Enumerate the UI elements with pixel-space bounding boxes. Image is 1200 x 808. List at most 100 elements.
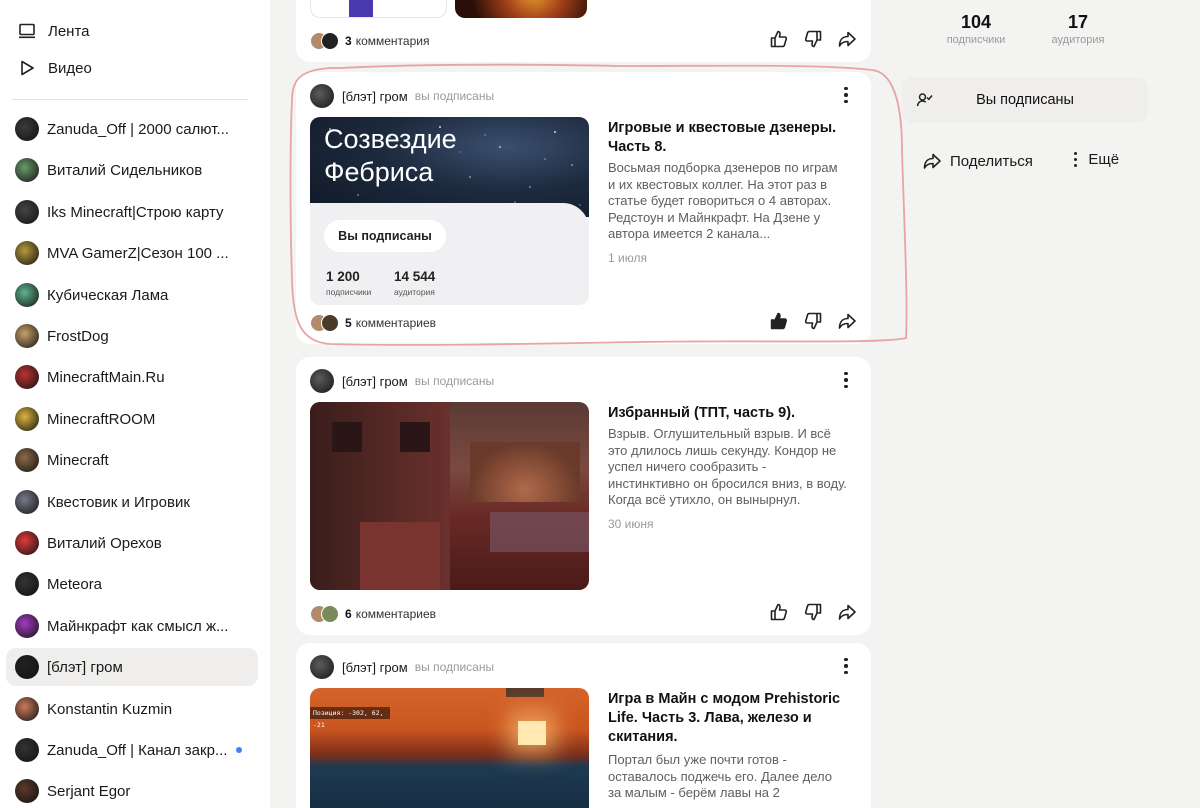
author-name[interactable]: [блэт] гром <box>342 374 408 389</box>
channel-name: Konstantin Kuzmin <box>47 700 173 718</box>
card-thumb-secondary[interactable] <box>455 0 587 18</box>
channel-name: MinecraftROOM <box>47 410 156 428</box>
comments-link[interactable]: 6 комментариев <box>345 607 436 621</box>
subscribed-button[interactable]: Вы подписаны <box>902 77 1148 123</box>
channel-name: MVA GamerZ|Сезон 100 ... <box>47 244 229 262</box>
sidebar-channel[interactable]: Виталий Сидельников <box>6 151 258 189</box>
card-excerpt[interactable]: Взрыв. Оглушительный взрыв. И всё это дл… <box>608 426 848 509</box>
comments-link[interactable]: 5 комментариев <box>345 316 436 330</box>
channel-avatar <box>15 490 39 514</box>
channel-avatar <box>15 738 39 762</box>
like-icon[interactable] <box>769 29 789 49</box>
card-author[interactable]: [блэт] гром вы подписаны <box>310 84 494 108</box>
like-filled-icon[interactable] <box>769 311 789 331</box>
sidebar-channel[interactable]: MVA GamerZ|Сезон 100 ... <box>6 234 258 272</box>
author-name[interactable]: [блэт] гром <box>342 89 408 104</box>
sidebar-channel[interactable]: MinecraftROOM <box>6 400 258 438</box>
sidebar-channel[interactable]: Майнкрафт как смысл ж... <box>6 607 258 645</box>
card-author[interactable]: [блэт] гром вы подписаны <box>310 369 494 393</box>
more-menu-icon[interactable] <box>839 657 853 675</box>
channel-avatar <box>15 117 39 141</box>
subscribed-status: вы подписаны <box>414 660 495 674</box>
card-thumb[interactable]: Созвездие Фебриса Вы подписаны 1 200 под… <box>310 117 589 305</box>
card-footer: 3 комментария <box>310 30 857 52</box>
channel-avatar <box>15 655 39 679</box>
share-icon[interactable] <box>837 602 857 622</box>
author-avatar <box>310 655 334 679</box>
card-title[interactable]: Избранный (ТПТ, часть 9). <box>608 404 848 423</box>
sidebar-channel[interactable]: [блэт] гром <box>6 648 258 686</box>
card-footer: 5 комментариев <box>310 312 857 334</box>
sidebar-divider <box>12 99 248 100</box>
nav-video-label: Видео <box>48 59 92 77</box>
channel-name: Iks Minecraft|Строю карту <box>47 203 224 221</box>
like-icon[interactable] <box>769 602 789 622</box>
channel-name: Виталий Сидельников <box>47 161 203 179</box>
sidebar-channel[interactable]: MinecraftMain.Ru <box>6 358 258 396</box>
share-icon <box>922 151 942 171</box>
dislike-icon[interactable] <box>803 602 823 622</box>
more-menu-icon[interactable] <box>839 86 853 104</box>
sidebar-channel[interactable]: Zanuda_Off | 2000 салют... <box>6 110 258 148</box>
thumb-channel-title: Созвездие Фебриса <box>324 124 457 187</box>
card-author[interactable]: [блэт] гром вы подписаны <box>310 655 494 679</box>
nav-feed-label: Лента <box>48 22 90 40</box>
nav-video[interactable]: Видео <box>18 53 92 83</box>
channel-avatar <box>15 158 39 182</box>
sidebar-channel[interactable]: Iks Minecraft|Строю карту <box>6 193 258 231</box>
channel-avatar <box>15 614 39 638</box>
channel-name: Квестовик и Игровик <box>47 493 190 511</box>
nav-feed[interactable]: Лента <box>18 16 90 46</box>
sidebar-channel[interactable]: FrostDog <box>6 317 258 355</box>
card-thumb[interactable] <box>310 402 589 590</box>
sidebar-channel[interactable]: Serjant Egor <box>6 772 258 808</box>
author-avatar <box>310 369 334 393</box>
card-title[interactable]: Игра в Майн с модом Prehistoric Life. Ча… <box>608 690 848 747</box>
channel-name: Minecraft <box>47 451 109 469</box>
channel-avatar <box>15 324 39 348</box>
channel-avatar <box>15 241 39 265</box>
share-icon[interactable] <box>837 311 857 331</box>
share-icon[interactable] <box>837 29 857 49</box>
feed-card[interactable]: [блэт] гром вы подписаны Созвездие Фебри… <box>296 72 871 344</box>
sidebar-channel[interactable]: Кубическая Лама <box>6 276 258 314</box>
sidebar-channel[interactable]: Zanuda_Off | Канал закр... <box>6 731 258 769</box>
channel-name: Meteora <box>47 575 103 593</box>
more-menu-icon[interactable] <box>839 371 853 389</box>
channel-avatar <box>15 283 39 307</box>
more-button[interactable]: Ещё <box>1074 151 1119 168</box>
subscribers-stat: 104 подписчики <box>946 12 1006 46</box>
sidebar-channel[interactable]: Meteora <box>6 565 258 603</box>
card-date: 30 июня <box>608 517 654 531</box>
dislike-icon[interactable] <box>803 29 823 49</box>
card-excerpt[interactable]: Восьмая подборка дзенеров по играм и их … <box>608 160 848 243</box>
channel-avatar <box>15 531 39 555</box>
card-thumb[interactable]: Позиция: -302, 62, -21 <box>310 688 589 808</box>
card-title[interactable]: Игровые и квестовые дзенеры. Часть 8. <box>608 119 848 157</box>
channel-avatar <box>15 572 39 596</box>
commenter-avatars <box>310 32 339 50</box>
author-name[interactable]: [блэт] гром <box>342 660 408 675</box>
dislike-icon[interactable] <box>803 311 823 331</box>
comments-link[interactable]: 3 комментария <box>345 34 429 48</box>
feed-card-partial[interactable]: 3 комментария <box>296 0 871 62</box>
kebab-icon <box>1074 151 1078 168</box>
card-thumb[interactable] <box>310 0 447 18</box>
feed-card[interactable]: [блэт] гром вы подписаны Позиция: -302, … <box>296 643 871 808</box>
channel-avatar <box>15 779 39 803</box>
sidebar-channel[interactable]: Minecraft <box>6 441 258 479</box>
sidebar-channel[interactable]: Konstantin Kuzmin <box>6 690 258 728</box>
feed-card[interactable]: [блэт] гром вы подписаны Избранный (ТПТ,… <box>296 357 871 635</box>
commenter-avatars <box>310 605 339 623</box>
channel-name: Zanuda_Off | 2000 салют... <box>47 120 229 138</box>
channel-avatar <box>15 365 39 389</box>
sidebar-channel[interactable]: Квестовик и Игровик <box>6 483 258 521</box>
channel-avatar <box>15 200 39 224</box>
channel-name: Serjant Egor <box>47 782 131 800</box>
card-date: 1 июля <box>608 251 647 265</box>
channel-name: Zanuda_Off | Канал закр... <box>47 741 228 759</box>
share-button[interactable]: Поделиться <box>922 151 1033 171</box>
card-excerpt[interactable]: Портал был уже почти готов - оставалось … <box>608 752 848 802</box>
sidebar-channel[interactable]: Виталий Орехов <box>6 524 258 562</box>
monitor-icon <box>18 22 36 40</box>
